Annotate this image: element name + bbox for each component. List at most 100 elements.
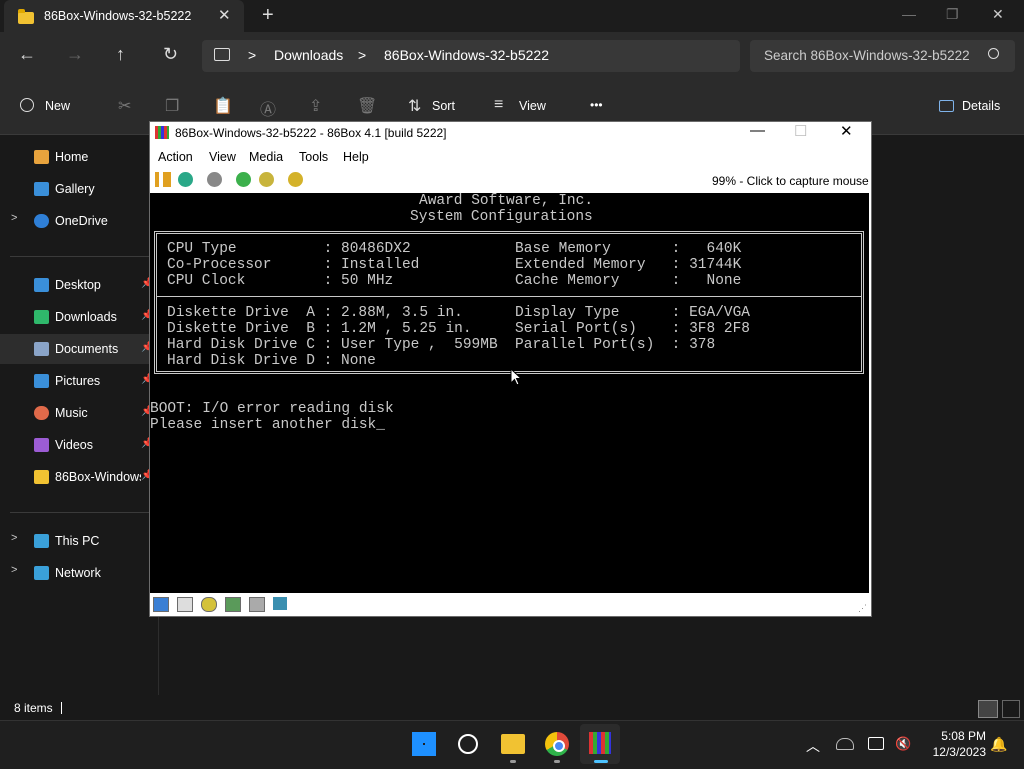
sort-button[interactable]: Sort xyxy=(432,99,455,113)
music-icon xyxy=(34,406,49,420)
rename-icon[interactable]: Ⓐ xyxy=(260,96,276,120)
86box-taskbar-icon[interactable] xyxy=(589,732,611,754)
back-button[interactable]: ← xyxy=(18,44,36,65)
resize-grip-icon[interactable]: ⋰ xyxy=(858,603,867,614)
cut-icon[interactable]: ✂ xyxy=(118,96,131,116)
network-tray-icon[interactable] xyxy=(868,737,884,750)
delete-icon[interactable]: 🗑 xyxy=(357,96,377,116)
config-row: Hard Disk Drive C : User Type , 599MB Pa… xyxy=(167,337,716,353)
minimize-button[interactable]: — xyxy=(902,6,916,22)
paste-icon[interactable]: 📋 xyxy=(213,96,233,116)
sidebar-item-downloads[interactable]: Downloads 📌 xyxy=(0,302,155,332)
copy-icon[interactable]: ❐ xyxy=(165,96,179,116)
details-icon xyxy=(939,100,954,112)
menu-media[interactable]: Media xyxy=(249,150,283,164)
volume-muted-icon[interactable]: 🔇 xyxy=(895,736,911,752)
capture-mouse-status: 99% - Click to capture mouse xyxy=(712,174,869,188)
active-indicator xyxy=(594,760,608,763)
network-card-icon[interactable] xyxy=(249,597,265,612)
menu-view[interactable]: View xyxy=(209,150,236,164)
running-indicator xyxy=(554,760,560,763)
breadcrumb-current-folder[interactable]: 86Box-Windows-32-b5222 xyxy=(384,47,549,63)
notification-bell-icon[interactable]: 🔔 xyxy=(990,736,1007,753)
sidebar-item-onedrive[interactable]: > OneDrive xyxy=(0,206,155,236)
breadcrumb-downloads[interactable]: Downloads xyxy=(274,47,343,63)
boot-prompt: Please insert another disk_ xyxy=(150,417,385,433)
config-row: Diskette Drive B : 1.2M , 5.25 in. Seria… xyxy=(167,321,750,337)
86box-minimize-button[interactable]: — xyxy=(750,122,765,139)
more-button[interactable]: ••• xyxy=(590,98,603,112)
expand-chevron-icon[interactable]: > xyxy=(11,532,17,544)
breadcrumb-separator: > xyxy=(248,47,257,63)
config-divider xyxy=(157,296,861,297)
breadcrumb-separator: > xyxy=(358,47,367,63)
config-row: CPU Type : 80486DX2 Base Memory : 640K xyxy=(167,241,742,257)
sidebar-item-home[interactable]: Home xyxy=(0,142,155,172)
tab-close-button[interactable]: ✕ xyxy=(218,6,231,24)
status-divider xyxy=(61,702,62,714)
86box-window-title: 86Box-Windows-32-b5222 - 86Box 4.1 [buil… xyxy=(175,126,447,140)
onedrive-tray-icon[interactable] xyxy=(836,738,854,750)
hard-reset-icon[interactable] xyxy=(259,172,274,187)
sidebar-item-pictures[interactable]: Pictures 📌 xyxy=(0,366,155,396)
details-button[interactable]: Details xyxy=(962,99,1000,113)
hard-disk-icon[interactable] xyxy=(225,597,241,612)
tab-title: 86Box-Windows-32-b5222 xyxy=(44,9,192,23)
search-icon[interactable] xyxy=(988,48,999,59)
boot-error-message: BOOT: I/O error reading disk xyxy=(150,401,394,417)
expand-chevron-icon[interactable]: > xyxy=(11,564,17,576)
new-button[interactable]: New xyxy=(45,99,70,113)
sidebar-item-videos[interactable]: Videos 📌 xyxy=(0,430,155,460)
refresh-button[interactable]: ↻ xyxy=(163,44,178,65)
sidebar-item-86box-folder[interactable]: 86Box-Windows 📌 xyxy=(0,462,155,492)
pictures-icon xyxy=(34,374,49,388)
desktop-icon xyxy=(34,278,49,292)
file-explorer-icon[interactable] xyxy=(501,734,525,754)
settings-icon[interactable] xyxy=(236,172,251,187)
sidebar-divider xyxy=(10,256,150,257)
new-tab-button[interactable]: + xyxy=(262,4,274,27)
floppy-icon[interactable] xyxy=(153,597,169,612)
pause-icon[interactable] xyxy=(155,172,163,187)
search-input[interactable]: Search 86Box-Windows-32-b5222 xyxy=(764,48,972,63)
sound-icon[interactable] xyxy=(273,597,287,610)
close-button[interactable]: ✕ xyxy=(992,6,1004,23)
menu-help[interactable]: Help xyxy=(343,150,369,164)
maximize-button[interactable]: ❐ xyxy=(946,6,959,23)
show-hidden-icons-chevron-icon[interactable]: ︿ xyxy=(806,736,820,756)
expand-chevron-icon[interactable]: > xyxy=(11,212,17,224)
gallery-icon xyxy=(34,182,49,196)
forward-button[interactable]: → xyxy=(66,44,84,65)
taskbar-search-icon[interactable] xyxy=(458,734,478,754)
sidebar-item-documents[interactable]: Documents 📌 xyxy=(0,334,155,364)
tiles-view-icon[interactable] xyxy=(1002,700,1020,718)
cdrom-icon[interactable] xyxy=(201,597,217,612)
86box-maximize-button[interactable]: ☐ xyxy=(794,122,807,140)
details-view-icon[interactable] xyxy=(978,700,998,718)
sidebar-item-network[interactable]: > Network xyxy=(0,558,155,588)
bios-vendor: Award Software, Inc. xyxy=(419,193,594,209)
clock-time[interactable]: 5:08 PM xyxy=(936,729,986,743)
floppy-b-icon[interactable] xyxy=(177,597,193,612)
menu-tools[interactable]: Tools xyxy=(299,150,328,164)
view-button[interactable]: View xyxy=(519,99,546,113)
sidebar-item-music[interactable]: Music 📌 xyxy=(0,398,155,428)
mouse-pointer-icon xyxy=(510,368,522,386)
start-button-icon[interactable] xyxy=(412,732,436,756)
chrome-center xyxy=(553,740,565,752)
sidebar-item-gallery[interactable]: Gallery xyxy=(0,174,155,204)
sidebar-item-desktop[interactable]: Desktop 📌 xyxy=(0,270,155,300)
config-row: Diskette Drive A : 2.88M, 3.5 in. Displa… xyxy=(167,305,750,321)
86box-close-button[interactable]: ✕ xyxy=(840,122,853,140)
up-button[interactable]: ↑ xyxy=(116,44,125,65)
sidebar-item-this-pc[interactable]: > This PC xyxy=(0,526,155,556)
menu-action[interactable]: Action xyxy=(158,150,193,164)
home-icon xyxy=(34,150,49,164)
share-icon[interactable]: ⇪ xyxy=(309,96,322,116)
acpi-shutdown-icon[interactable] xyxy=(288,172,303,187)
videos-icon xyxy=(34,438,49,452)
power-icon[interactable] xyxy=(207,172,222,187)
clock-date[interactable]: 12/3/2023 xyxy=(924,745,986,759)
new-icon xyxy=(20,98,34,112)
ctrl-alt-del-icon[interactable] xyxy=(178,172,193,187)
